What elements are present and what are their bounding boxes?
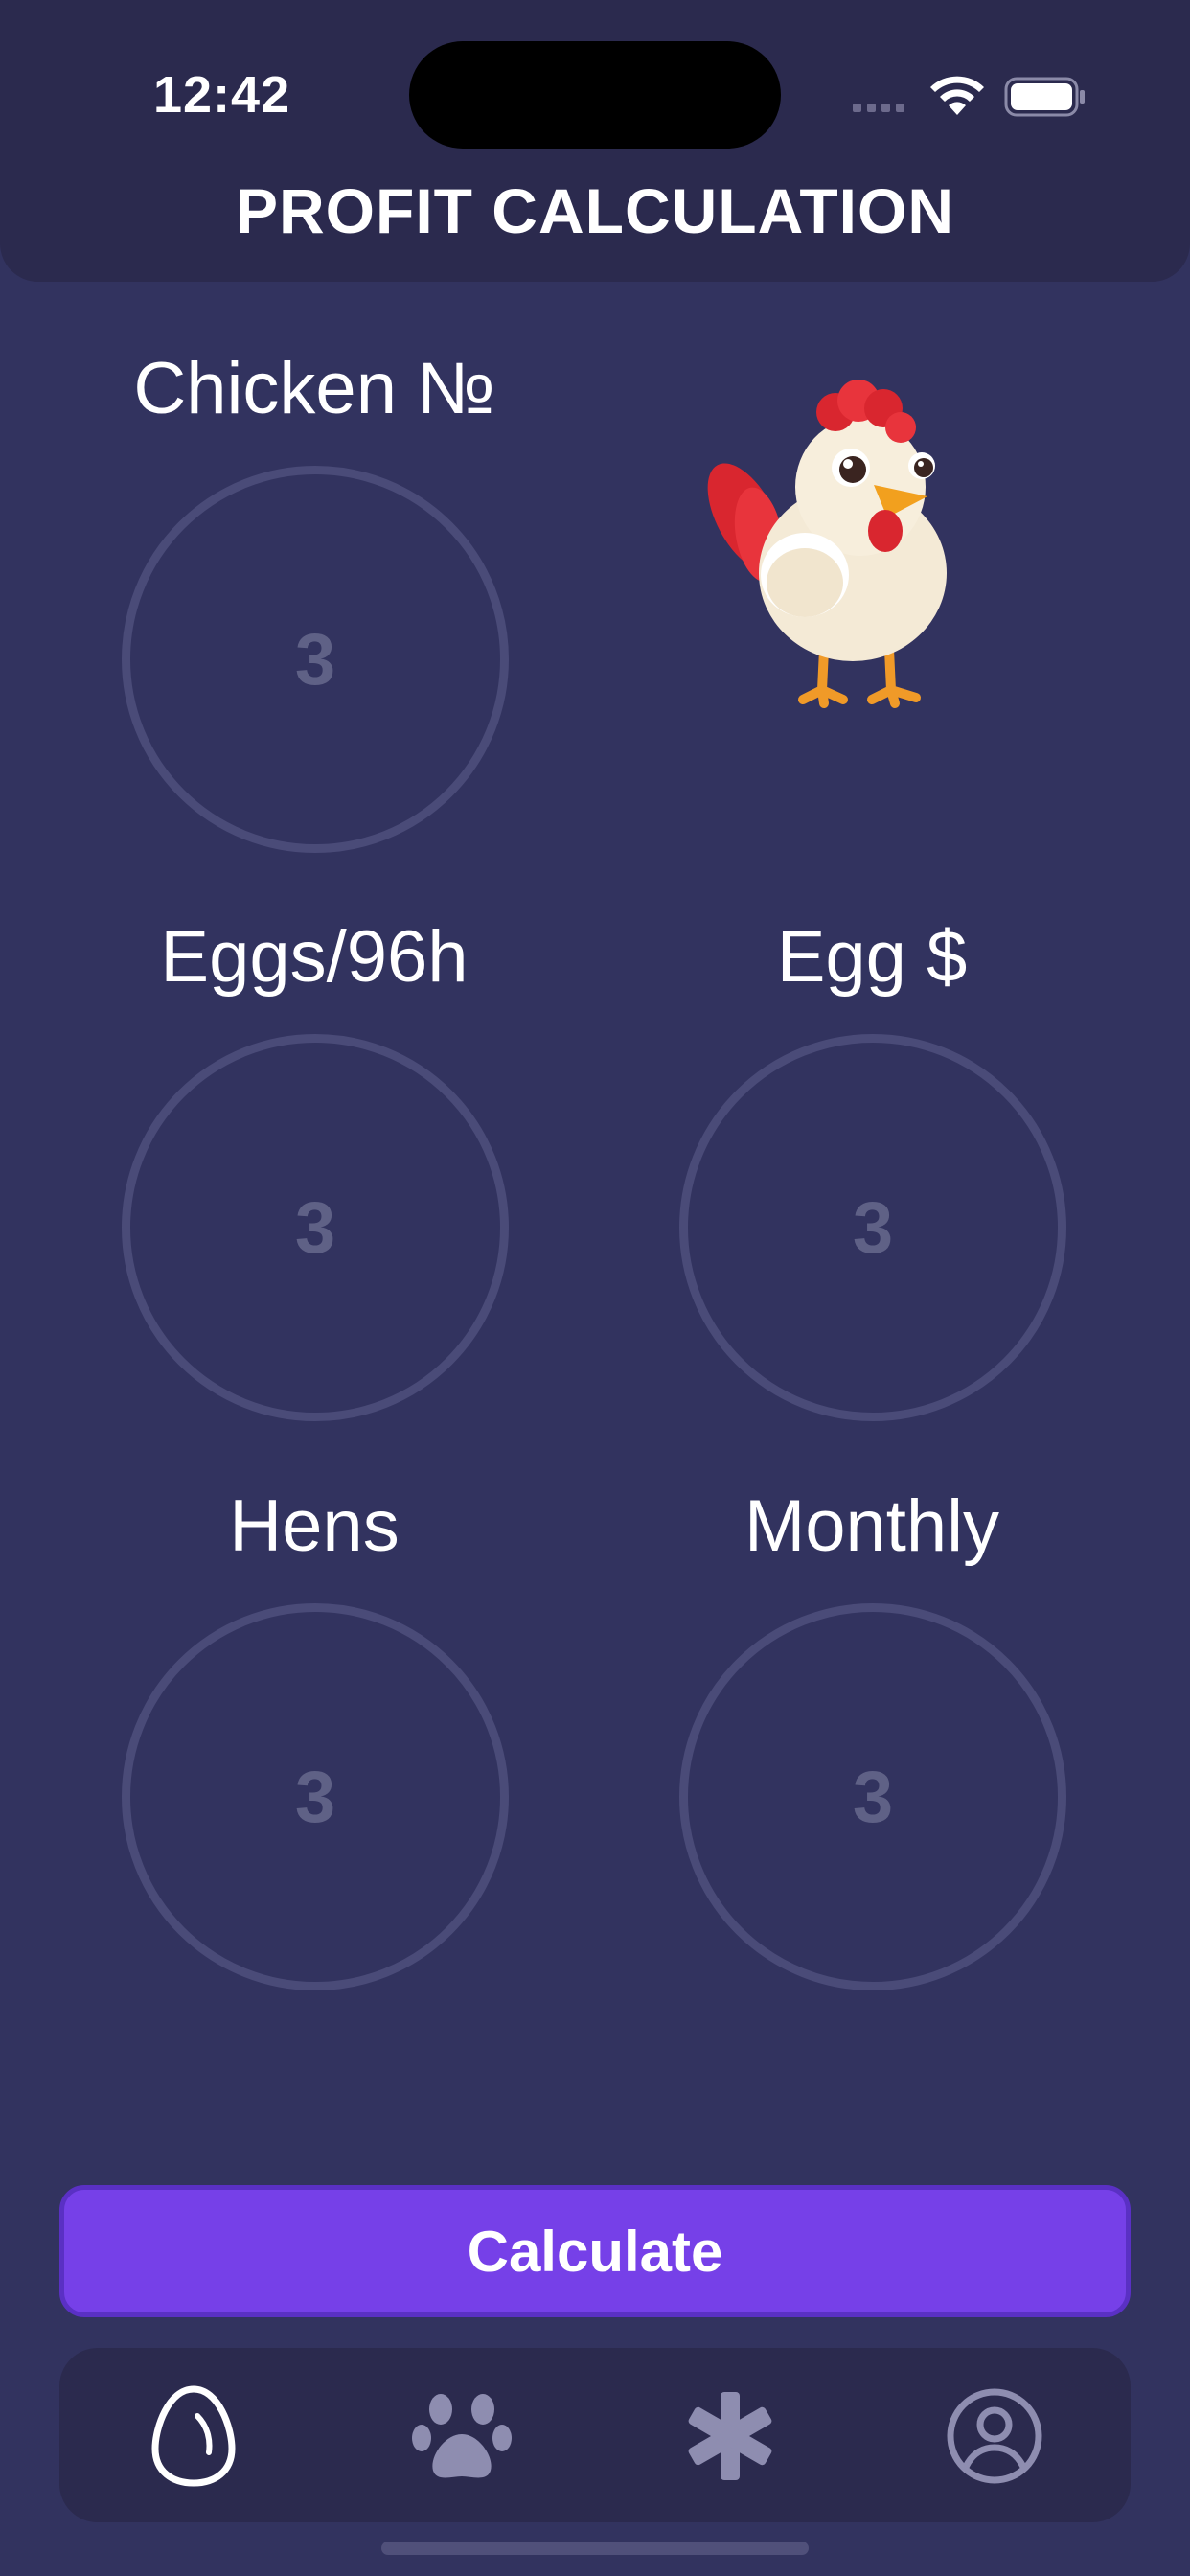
hens-input[interactable] — [172, 1755, 459, 1839]
monthly-field[interactable] — [679, 1603, 1066, 1990]
tab-asterisk[interactable] — [663, 2369, 797, 2503]
hens-field[interactable] — [122, 1603, 509, 1990]
egg-price-field[interactable] — [679, 1034, 1066, 1421]
profile-icon — [947, 2388, 1042, 2484]
hens-label: Hens — [229, 1485, 400, 1567]
chicken-number-field[interactable] — [122, 466, 509, 853]
status-time: 12:42 — [153, 66, 291, 124]
tab-paw[interactable] — [395, 2369, 529, 2503]
header-bar: 12:42 PROFIT CALCULATION — [0, 0, 1190, 282]
battery-icon — [1004, 77, 1085, 117]
page-title: PROFIT CALCULATION — [235, 175, 955, 246]
egg-price-label: Egg $ — [776, 916, 968, 998]
tab-egg[interactable] — [126, 2369, 261, 2503]
cellular-signal-icon — [853, 100, 910, 115]
monthly-input[interactable] — [729, 1755, 1017, 1839]
eggs-96h-label: Eggs/96h — [160, 916, 469, 998]
tab-profile[interactable] — [927, 2369, 1062, 2503]
egg-icon — [151, 2385, 236, 2487]
egg-price-input[interactable] — [729, 1185, 1017, 1270]
chicken-illustration — [707, 380, 947, 708]
chicken-number-label: Chicken № — [133, 348, 495, 429]
eggs-96h-input[interactable] — [172, 1185, 459, 1270]
dynamic-island — [409, 41, 781, 149]
wifi-icon — [930, 76, 984, 115]
calculate-button[interactable]: Calculate — [59, 2185, 1131, 2317]
monthly-label: Monthly — [744, 1485, 1000, 1567]
paw-icon — [412, 2394, 512, 2478]
home-indicator — [381, 2542, 809, 2555]
chicken-number-input[interactable] — [172, 617, 459, 702]
asterisk-icon — [688, 2392, 772, 2480]
eggs-96h-field[interactable] — [122, 1034, 509, 1421]
tab-bar — [59, 2348, 1131, 2522]
